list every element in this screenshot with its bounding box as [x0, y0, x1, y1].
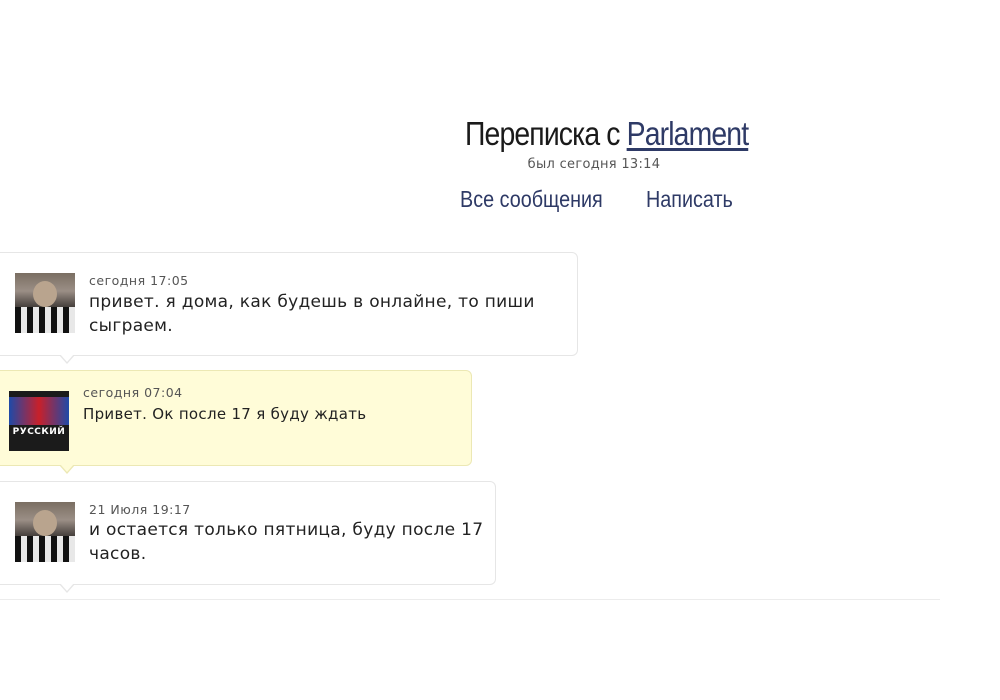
contact-name-link[interactable]: Parlament: [627, 115, 749, 152]
message-time: 21 Июля 19:17: [89, 502, 191, 517]
user-photo-icon[interactable]: [15, 273, 75, 333]
message-text: и остается только пятница, буду после 17…: [89, 520, 484, 564]
bubble-tail: [59, 464, 75, 474]
message-item: РУССКИЙ сегодня 07:04 Привет. Ок после 1…: [0, 370, 472, 474]
message-text: Привет. Ок после 17 я буду ждать: [83, 405, 367, 423]
message-text: привет. я дома, как будешь в онлайне, то…: [89, 292, 535, 336]
last-seen-status: был сегодня 13:14: [527, 157, 661, 172]
all-messages-link[interactable]: Все сообщения: [460, 186, 603, 213]
club-logo-text: РУССКИЙ: [12, 427, 66, 437]
bubble-tail: [59, 354, 75, 364]
conversation-nav: Все сообщения Написать: [460, 186, 747, 213]
user-photo-icon[interactable]: [15, 502, 75, 562]
conversation-page: Переписка с Parlament был сегодня 13:14 …: [0, 0, 1000, 700]
message-item: 21 Июля 19:17 и остается только пятница,…: [0, 481, 496, 593]
list-divider: [0, 599, 940, 600]
message-item: сегодня 17:05 привет. я дома, как будешь…: [0, 252, 578, 364]
write-message-link[interactable]: Написать: [646, 186, 733, 213]
title-prefix: Переписка с: [465, 115, 620, 152]
message-time: сегодня 07:04: [83, 385, 183, 400]
club-logo-icon[interactable]: РУССКИЙ: [9, 391, 69, 451]
conversation-header: Переписка с Parlament был сегодня 13:14: [444, 112, 749, 172]
message-time: сегодня 17:05: [89, 273, 189, 288]
bubble-tail: [59, 583, 75, 593]
page-title: Переписка с Parlament: [465, 112, 749, 156]
